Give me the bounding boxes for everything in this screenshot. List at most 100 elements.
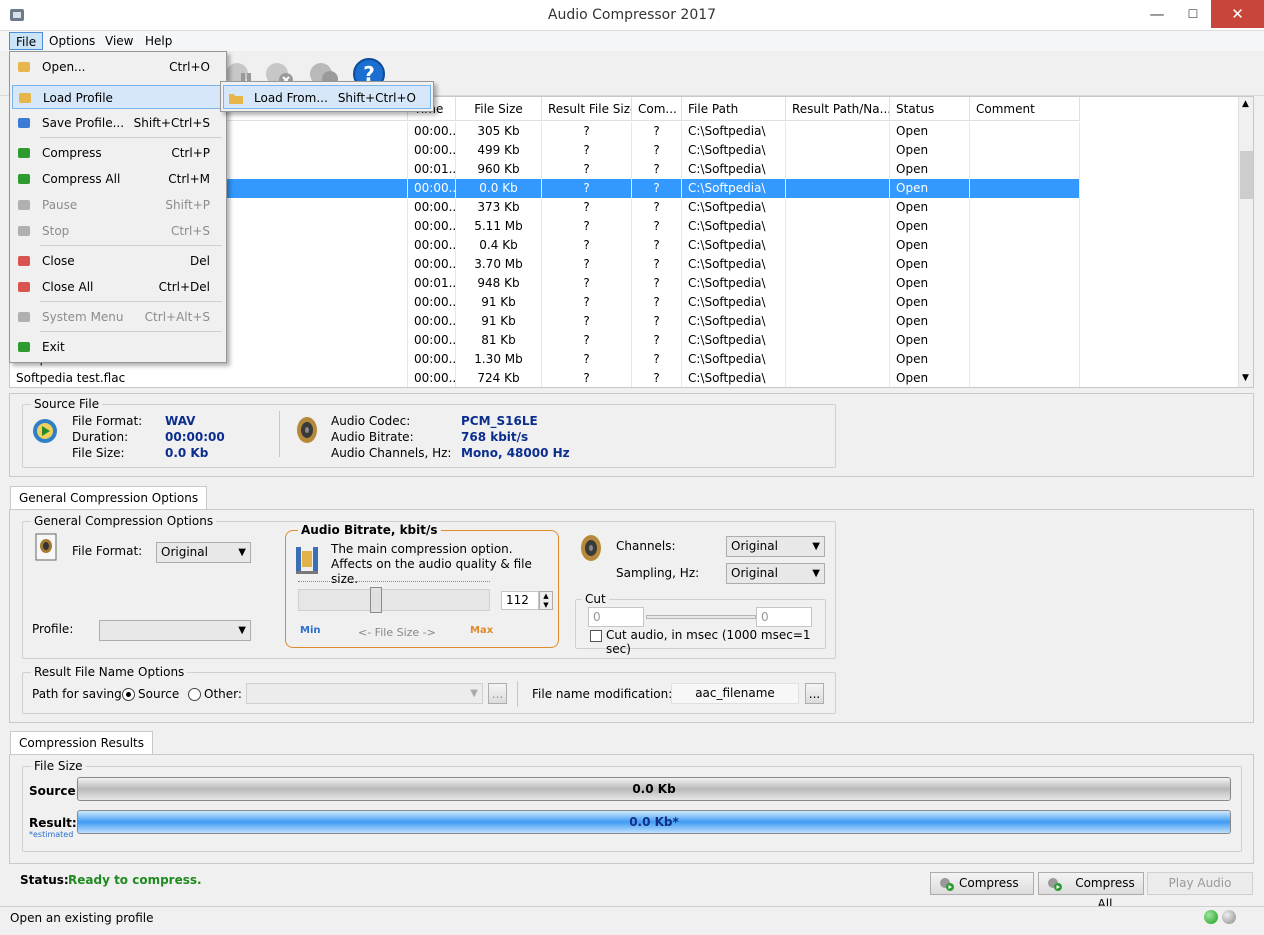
col-status[interactable]: Status — [890, 97, 970, 121]
bitrate-slider-thumb[interactable] — [370, 587, 382, 613]
cut-to-input[interactable]: 0 — [756, 607, 812, 627]
source-radio-label: Source — [138, 687, 180, 701]
cell-status: Open — [890, 141, 970, 160]
cell-result-size: ? — [542, 217, 632, 236]
cell-result-path — [786, 141, 890, 160]
file-menu-item-load-profile[interactable]: Load Profile — [12, 85, 224, 109]
cell-time: 00:00... — [408, 217, 456, 236]
table-scrollbar[interactable]: ▲ ▼ — [1238, 97, 1253, 387]
table-row[interactable]: Softpedia test.flac 00:00... 724 Kb?? C:\So… — [10, 369, 1080, 387]
cell-result-size: ? — [542, 312, 632, 331]
load-from-menu-item[interactable]: Load From... Shift+Ctrl+O — [223, 85, 431, 109]
cell-file-size: 724 Kb — [456, 369, 542, 387]
cell-comment — [970, 122, 1080, 141]
cell-result-path — [786, 236, 890, 255]
bitrate-spinner[interactable]: ▲ ▼ — [539, 591, 553, 610]
cell-compression: ? — [632, 369, 682, 387]
other-radio[interactable] — [188, 688, 201, 701]
col-compression[interactable]: Com... — [632, 97, 682, 121]
menu-help[interactable]: Help — [139, 32, 178, 50]
cell-comment — [970, 236, 1080, 255]
title-bar: Audio Compressor 2017 — ☐ ✕ — [0, 0, 1264, 31]
file-menu-item-compress[interactable]: Compress Ctrl+P — [12, 141, 224, 165]
menu-options[interactable]: Options — [43, 32, 101, 50]
file-name-mod-input[interactable]: aac_filename — [671, 683, 799, 704]
speaker-icon — [297, 417, 317, 443]
cut-from-input[interactable]: 0 — [588, 607, 644, 627]
scroll-thumb[interactable] — [1240, 151, 1253, 199]
cell-status: Open — [890, 331, 970, 350]
file-menu-item-close-all[interactable]: Close All Ctrl+Del — [12, 275, 224, 299]
cell-result-path — [786, 369, 890, 387]
scroll-up-icon[interactable]: ▲ — [1242, 99, 1249, 109]
channels-select[interactable]: Original ▼ — [726, 536, 825, 557]
exit-icon — [18, 342, 30, 352]
file-menu-item-save-profile[interactable]: Save Profile... Shift+Ctrl+S — [12, 111, 224, 135]
cell-time: 00:00... — [408, 331, 456, 350]
file-menu-item-close[interactable]: Close Del — [12, 249, 224, 273]
estimated-note: *estimated — [29, 830, 74, 839]
result-file-name-title: Result File Name Options — [31, 665, 188, 679]
scroll-down-icon[interactable]: ▼ — [1242, 373, 1249, 383]
cell-compression: ? — [632, 179, 682, 198]
cell-file-path: C:\Softpedia\ — [682, 141, 786, 160]
cell-result-path — [786, 293, 890, 312]
cell-time: 00:00... — [408, 369, 456, 387]
bitrate-input[interactable]: 112 — [501, 591, 539, 610]
cell-time: 00:00... — [408, 236, 456, 255]
col-file-path[interactable]: File Path — [682, 97, 786, 121]
file-menu-item-open[interactable]: Open... Ctrl+O — [12, 55, 224, 79]
menu-file[interactable]: File — [9, 32, 44, 50]
tab-compression-results[interactable]: Compression Results — [10, 731, 154, 755]
tab-general-compression-options[interactable]: General Compression Options — [10, 486, 208, 510]
cell-result-size: ? — [542, 141, 632, 160]
source-radio[interactable] — [122, 688, 135, 701]
minimize-button[interactable]: — — [1140, 0, 1174, 28]
cell-status: Open — [890, 293, 970, 312]
cell-comment — [970, 179, 1080, 198]
compress-button[interactable]: Compress — [930, 872, 1034, 895]
file-format-select[interactable]: Original ▼ — [156, 542, 251, 563]
bitrate-slider[interactable] — [298, 587, 490, 613]
col-file-size[interactable]: File Size — [456, 97, 542, 121]
cell-file-path: C:\Softpedia\ — [682, 312, 786, 331]
close-window-button[interactable]: ✕ — [1211, 0, 1264, 28]
cut-range-slider[interactable] — [646, 615, 756, 619]
stop-icon — [18, 226, 30, 236]
cell-result-path — [786, 312, 890, 331]
cell-time: 00:00... — [408, 179, 456, 198]
sampling-select[interactable]: Original ▼ — [726, 563, 825, 584]
cell-comment — [970, 312, 1080, 331]
file-menu-item-exit[interactable]: Exit — [12, 335, 224, 359]
col-result-file-size[interactable]: Result File Size — [542, 97, 632, 121]
cell-status: Open — [890, 122, 970, 141]
size-label: File Size: — [72, 446, 125, 460]
cell-comment — [970, 350, 1080, 369]
cell-comment — [970, 255, 1080, 274]
cut-audio-checkbox[interactable] — [590, 630, 602, 642]
cell-file-size: 1.30 Mb — [456, 350, 542, 369]
other-path-select[interactable]: ▼ — [246, 683, 483, 704]
play-audio-button[interactable]: Play Audio — [1147, 872, 1253, 895]
menu-view[interactable]: View — [99, 32, 139, 50]
file-menu-item-pause[interactable]: Pause Shift+P — [12, 193, 224, 217]
compress-all-button[interactable]: Compress All — [1038, 872, 1144, 911]
source-file-title: Source File — [31, 397, 103, 411]
codec-label: Audio Codec: — [331, 414, 411, 428]
cell-compression: ? — [632, 160, 682, 179]
maximize-button[interactable]: ☐ — [1176, 0, 1210, 28]
duration-value: 00:00:00 — [165, 430, 225, 444]
cell-status: Open — [890, 217, 970, 236]
channels-label: Channels: — [616, 539, 676, 553]
cell-result-path — [786, 160, 890, 179]
file-menu-item-compress-all[interactable]: Compress All Ctrl+M — [12, 167, 224, 191]
col-comment[interactable]: Comment — [970, 97, 1080, 121]
file-menu-item-system-menu[interactable]: System Menu Ctrl+Alt+S — [12, 305, 224, 329]
profile-select[interactable]: ▼ — [99, 620, 251, 641]
browse-path-button[interactable]: ... — [488, 683, 507, 704]
file-name-mod-button[interactable]: ... — [805, 683, 824, 704]
file-menu-item-stop[interactable]: Stop Ctrl+S — [12, 219, 224, 243]
cell-result-path — [786, 255, 890, 274]
col-result-path[interactable]: Result Path/Na... — [786, 97, 890, 121]
cell-result-size: ? — [542, 179, 632, 198]
